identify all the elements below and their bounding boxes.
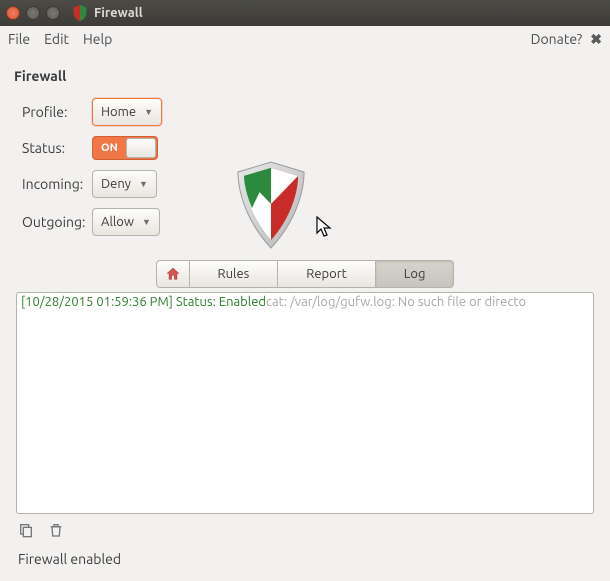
tab-rules-label: Rules	[218, 267, 250, 281]
profile-combo[interactable]: Home ▼	[92, 98, 162, 126]
donate-link[interactable]: Donate?	[531, 31, 583, 47]
menu-file[interactable]: File	[8, 31, 30, 47]
shield-graphic	[232, 160, 310, 255]
switch-knob	[126, 138, 156, 158]
tab-report[interactable]: Report	[278, 260, 376, 288]
tab-log[interactable]: Log	[376, 260, 455, 288]
bottom-toolbar	[0, 514, 610, 545]
app-shield-icon	[72, 5, 88, 21]
home-icon	[165, 266, 181, 282]
window-maximize-button[interactable]	[46, 6, 60, 20]
page-title: Firewall	[14, 68, 596, 84]
chevron-down-icon: ▼	[142, 217, 151, 227]
log-textarea[interactable]: [10/28/2015 01:59:36 PM] Status: Enabled…	[16, 292, 594, 514]
close-panel-icon[interactable]: ✖	[590, 31, 602, 48]
statusbar: Firewall enabled	[0, 545, 610, 579]
window-title: Firewall	[94, 6, 143, 20]
chevron-down-icon: ▼	[139, 179, 148, 189]
outgoing-value: Allow	[101, 215, 134, 229]
window-close-button[interactable]	[6, 6, 20, 20]
menu-edit[interactable]: Edit	[44, 31, 69, 47]
statusbar-text: Firewall enabled	[18, 551, 121, 567]
outgoing-combo[interactable]: Allow ▼	[92, 208, 160, 236]
tabs-toolbar: Rules Report Log	[14, 260, 596, 288]
incoming-combo[interactable]: Deny ▼	[92, 170, 157, 198]
log-error-msg: cat: /var/log/gufw.log: No such file or …	[266, 295, 526, 309]
status-switch[interactable]: ON	[92, 136, 158, 160]
menu-help[interactable]: Help	[83, 31, 112, 47]
incoming-label: Incoming:	[14, 176, 92, 192]
copy-icon[interactable]	[18, 522, 34, 541]
incoming-value: Deny	[101, 177, 131, 191]
trash-icon[interactable]	[48, 522, 64, 541]
titlebar: Firewall	[0, 0, 610, 26]
log-timestamp: [10/28/2015 01:59:36 PM]	[21, 295, 176, 309]
outgoing-label: Outgoing:	[14, 214, 92, 230]
tab-log-label: Log	[404, 267, 426, 281]
log-status-msg: Status: Enabled	[176, 295, 266, 309]
status-label: Status:	[14, 140, 92, 156]
chevron-down-icon: ▼	[144, 107, 153, 117]
menubar: File Edit Help Donate? ✖	[0, 26, 610, 52]
home-button[interactable]	[156, 260, 190, 288]
profile-value: Home	[101, 105, 136, 119]
content-area: Firewall Profile: Home ▼ Status: ON Inco…	[0, 52, 610, 514]
profile-label: Profile:	[14, 104, 92, 120]
status-switch-label: ON	[101, 142, 118, 154]
tab-rules[interactable]: Rules	[190, 260, 279, 288]
tab-report-label: Report	[306, 267, 347, 281]
window-minimize-button[interactable]	[26, 6, 40, 20]
